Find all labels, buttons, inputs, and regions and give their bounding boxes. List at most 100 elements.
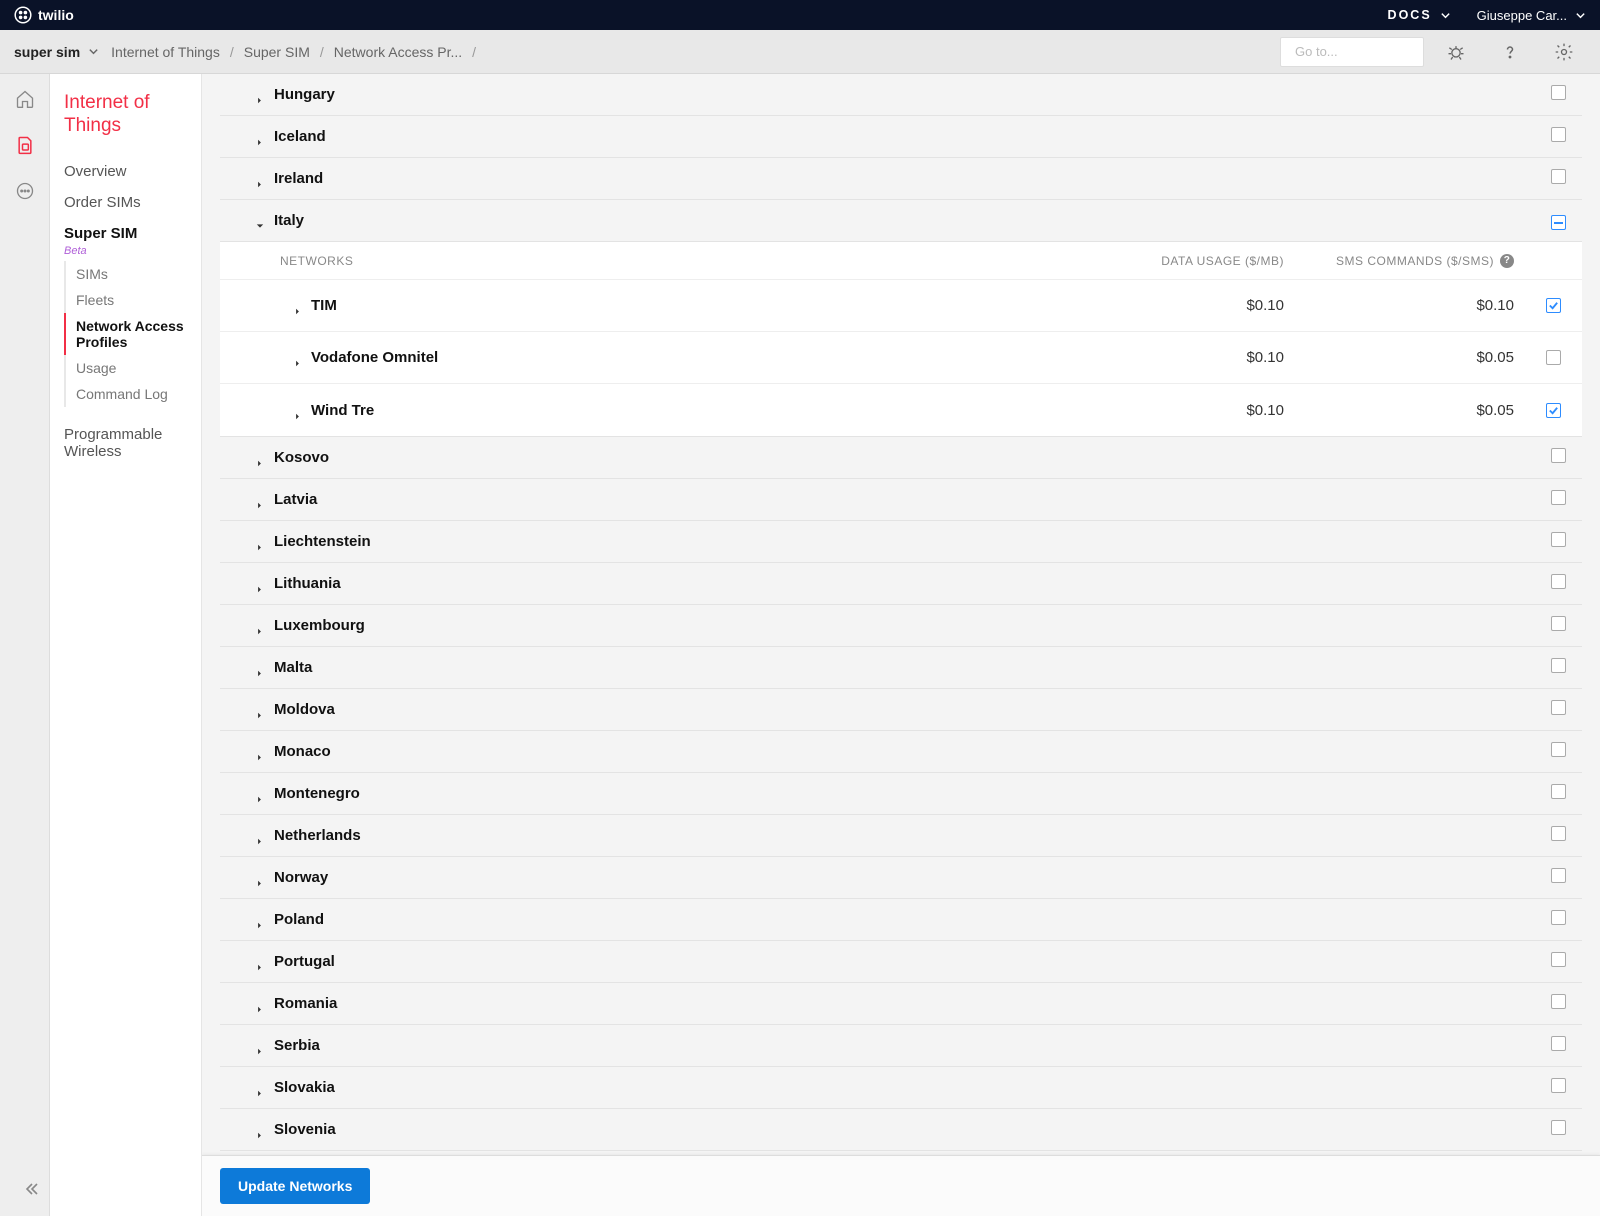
checkbox[interactable] — [1551, 700, 1566, 715]
country-row[interactable]: Poland — [220, 899, 1582, 941]
checkbox[interactable] — [1551, 448, 1566, 463]
rail-more[interactable] — [14, 180, 36, 202]
data-usage-price: $0.10 — [1044, 402, 1304, 419]
caret-right-icon — [256, 175, 264, 183]
caret-right-icon — [256, 748, 264, 756]
checkbox[interactable] — [1551, 994, 1566, 1009]
checkbox[interactable] — [1551, 952, 1566, 967]
crumb[interactable]: Super SIM — [244, 44, 310, 60]
sidebar-section-title: Internet of Things — [64, 92, 193, 138]
checkbox[interactable] — [1551, 658, 1566, 673]
country-name: Slovakia — [274, 1079, 335, 1096]
country-row[interactable]: Slovenia — [220, 1109, 1582, 1151]
checkbox[interactable] — [1551, 784, 1566, 799]
country-row[interactable]: Norway — [220, 857, 1582, 899]
checkbox[interactable] — [1546, 403, 1561, 418]
settings-button[interactable] — [1542, 30, 1586, 74]
caret-right-icon — [256, 874, 264, 882]
help-icon — [1500, 42, 1520, 62]
checkbox[interactable] — [1551, 616, 1566, 631]
checkbox[interactable] — [1551, 574, 1566, 589]
checkbox[interactable] — [1551, 127, 1566, 142]
country-row[interactable]: Kosovo — [220, 437, 1582, 479]
caret-right-icon — [256, 622, 264, 630]
crumb-sep: / — [472, 44, 476, 60]
sidebar-subitem-command-log[interactable]: Command Log — [76, 381, 193, 407]
country-row[interactable]: Netherlands — [220, 815, 1582, 857]
sidebar-subitem-usage[interactable]: Usage — [76, 355, 193, 381]
network-row[interactable]: Vodafone Omnitel$0.10$0.05 — [220, 332, 1582, 384]
country-row[interactable]: Hungary — [220, 74, 1582, 116]
sidebar-subitem-fleets[interactable]: Fleets — [76, 287, 193, 313]
checkbox[interactable] — [1551, 1078, 1566, 1093]
country-row[interactable]: Luxembourg — [220, 605, 1582, 647]
checkbox[interactable] — [1551, 215, 1566, 230]
help-tooltip-icon[interactable]: ? — [1500, 254, 1514, 268]
country-row[interactable]: Lithuania — [220, 563, 1582, 605]
country-row[interactable]: Montenegro — [220, 773, 1582, 815]
caret-right-icon — [256, 832, 264, 840]
caret-right-icon — [256, 133, 264, 141]
help-button[interactable] — [1488, 30, 1532, 74]
country-row[interactable]: Serbia — [220, 1025, 1582, 1067]
country-row[interactable]: Liechtenstein — [220, 521, 1582, 563]
rail-iot[interactable] — [14, 134, 36, 156]
crumb[interactable]: Internet of Things — [111, 44, 220, 60]
rail-home[interactable] — [14, 88, 36, 110]
country-name: Italy — [274, 212, 304, 229]
country-row[interactable]: Monaco — [220, 731, 1582, 773]
country-name: Iceland — [274, 128, 326, 145]
network-row[interactable]: TIM$0.10$0.10 — [220, 280, 1582, 332]
product-switcher[interactable]: super sim — [14, 44, 99, 60]
update-networks-button[interactable]: Update Networks — [220, 1168, 370, 1204]
collapse-sidebar[interactable] — [23, 1181, 39, 1202]
network-row[interactable]: Wind Tre$0.10$0.05 — [220, 384, 1582, 436]
checkbox[interactable] — [1551, 868, 1566, 883]
docs-menu[interactable]: DOCS — [1388, 8, 1451, 22]
country-row[interactable]: Latvia — [220, 479, 1582, 521]
sidebar-subitem-sims[interactable]: SIMs — [76, 261, 193, 287]
country-row[interactable]: Slovakia — [220, 1067, 1582, 1109]
checkbox[interactable] — [1546, 298, 1561, 313]
sidebar-subitem-network-access-profiles[interactable]: Network Access Profiles — [64, 313, 193, 355]
crumb[interactable]: Network Access Pr... — [334, 44, 462, 60]
caret-right-icon — [256, 454, 264, 462]
user-menu[interactable]: Giuseppe Car... — [1477, 8, 1586, 23]
checkbox[interactable] — [1551, 1120, 1566, 1135]
checkbox[interactable] — [1551, 169, 1566, 184]
checkbox[interactable] — [1551, 1036, 1566, 1051]
country-name: Portugal — [274, 953, 335, 970]
country-name: Latvia — [274, 491, 317, 508]
network-name: Wind Tre — [311, 402, 1044, 419]
checkbox[interactable] — [1551, 85, 1566, 100]
caret-right-icon — [256, 1084, 264, 1092]
country-row[interactable]: Malta — [220, 647, 1582, 689]
country-row[interactable]: Italy — [220, 200, 1582, 242]
country-row[interactable]: Ireland — [220, 158, 1582, 200]
sim-icon — [15, 135, 35, 155]
checkbox[interactable] — [1551, 910, 1566, 925]
caret-right-icon — [256, 916, 264, 924]
caret-down-icon — [256, 217, 264, 225]
home-icon — [15, 89, 35, 109]
chevron-down-icon — [1440, 10, 1451, 21]
chevron-down-icon — [1575, 10, 1586, 21]
checkbox[interactable] — [1551, 826, 1566, 841]
brand-logo[interactable]: twilio — [14, 6, 74, 24]
gear-icon — [1554, 42, 1574, 62]
country-row[interactable]: Romania — [220, 983, 1582, 1025]
checkbox[interactable] — [1546, 350, 1561, 365]
checkbox[interactable] — [1551, 490, 1566, 505]
country-name: Serbia — [274, 1037, 320, 1054]
caret-right-icon — [256, 496, 264, 504]
debug-button[interactable] — [1434, 30, 1478, 74]
country-row[interactable]: Moldova — [220, 689, 1582, 731]
sidebar-item-programmable-wireless[interactable]: Programmable Wireless — [64, 419, 193, 467]
sidebar-item-order-sims[interactable]: Order SIMs — [64, 187, 193, 218]
country-row[interactable]: Portugal — [220, 941, 1582, 983]
sidebar-item-overview[interactable]: Overview — [64, 156, 193, 187]
checkbox[interactable] — [1551, 742, 1566, 757]
checkbox[interactable] — [1551, 532, 1566, 547]
search-box[interactable] — [1280, 37, 1424, 67]
country-row[interactable]: Iceland — [220, 116, 1582, 158]
